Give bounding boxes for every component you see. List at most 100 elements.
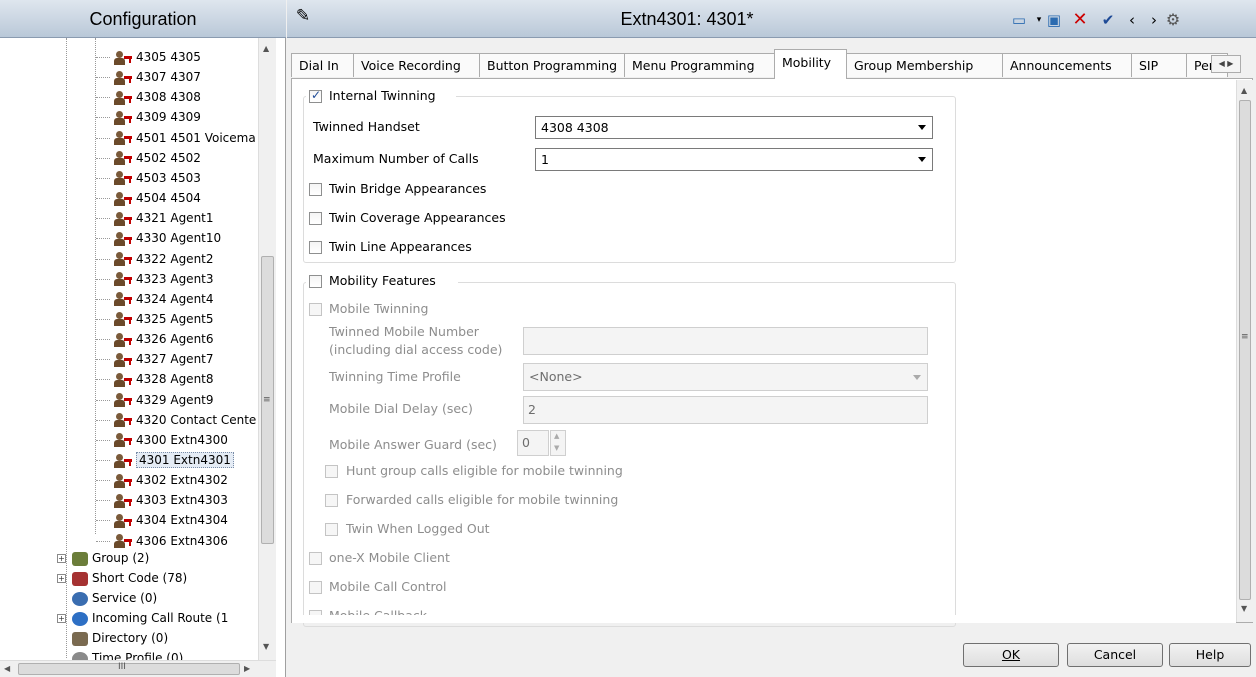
expand-icon[interactable]: + [57, 614, 66, 623]
tab-voice-recording[interactable]: Voice Recording [353, 53, 480, 77]
expand-icon[interactable]: + [57, 554, 66, 563]
cancel-button[interactable]: Cancel [1067, 643, 1163, 667]
tree-item-service[interactable]: +Service (0) [57, 588, 157, 608]
extension-user-icon [110, 533, 132, 549]
answer-guard-spinner[interactable]: ▲ ▼ [550, 430, 566, 456]
tree-item-extension[interactable]: 4321 Agent1 [110, 208, 214, 228]
export-icon[interactable]: ▣ [1044, 10, 1064, 30]
tree-item-extension[interactable]: 4325 Agent5 [110, 309, 214, 329]
twinned-handset-select[interactable]: 4308 4308 [535, 116, 933, 139]
spin-up-icon[interactable]: ▲ [554, 432, 559, 440]
internal-twinning-checkbox[interactable] [309, 88, 322, 103]
tree-item-extension[interactable]: 4322 Agent2 [110, 249, 214, 269]
tree-item-incoming-call-route[interactable]: + Incoming Call Route (1 [57, 608, 228, 628]
tab-sip[interactable]: SIP [1131, 53, 1187, 77]
tab-button-programming[interactable]: Button Programming [479, 53, 625, 77]
tree-item-extension[interactable]: 4302 Extn4302 [110, 470, 228, 490]
twin-bridge-checkbox[interactable] [309, 183, 322, 196]
tree-item-short-code[interactable]: + Short Code (78) [57, 568, 187, 588]
content-vertical-scrollbar[interactable]: ▲ ≡ ▼ [1236, 80, 1253, 622]
tree-item-extension[interactable]: 4303 Extn4303 [110, 490, 228, 510]
scroll-right-icon[interactable]: ▶ [244, 664, 250, 673]
forwarded-calls-checkbox[interactable] [325, 494, 338, 507]
tab-dial-in[interactable]: Dial In [291, 53, 354, 77]
expand-icon[interactable]: + [57, 574, 66, 583]
tab-scroll-arrows-icon[interactable]: ◀ ▶ [1211, 55, 1241, 73]
tree-item-extension[interactable]: 4503 4503 [110, 168, 201, 188]
tree-item-directory[interactable]: +Directory (0) [57, 628, 168, 648]
validate-icon[interactable]: ✔ [1098, 10, 1118, 30]
next-record-icon[interactable]: › [1144, 10, 1164, 30]
scroll-thumb[interactable] [1239, 100, 1251, 600]
tree-item-extension[interactable]: 4309 4309 [110, 107, 201, 127]
tree-item-extension[interactable]: 4320 Contact Cente [110, 410, 256, 430]
tree-item-extension[interactable]: 4328 Agent8 [110, 369, 214, 389]
tree-item-extension[interactable]: 4301 Extn4301 [110, 450, 234, 470]
spin-down-icon[interactable]: ▼ [554, 444, 559, 452]
twin-coverage-checkbox[interactable] [309, 212, 322, 225]
short-code-icon [72, 571, 88, 586]
tree-item-extension[interactable]: 4323 Agent3 [110, 269, 214, 289]
max-calls-select[interactable]: 1 [535, 148, 933, 171]
hunt-group-checkbox[interactable] [325, 465, 338, 478]
tree-item-extension[interactable]: 4326 Agent6 [110, 329, 214, 349]
tree-item-time-profile[interactable]: +Time Profile (0) [57, 648, 183, 660]
tree-vertical-scrollbar[interactable]: ▲ ≡ ▼ [258, 38, 276, 660]
twin-logged-out-checkbox[interactable] [325, 523, 338, 536]
tree-item-extension[interactable]: 4305 4305 [110, 47, 201, 67]
tree-item-extension[interactable]: 4304 Extn4304 [110, 510, 228, 530]
tab-group-membership[interactable]: Group Membership [846, 53, 1003, 77]
tree-item-label: 4323 Agent3 [136, 271, 214, 286]
tree-item-extension[interactable]: 4300 Extn4300 [110, 430, 228, 450]
twinning-time-profile-value: <None> [529, 369, 583, 384]
tree-item-label: 4321 Agent1 [136, 211, 214, 226]
twinned-mobile-number-input[interactable] [523, 327, 928, 355]
mobile-dial-delay-input[interactable]: 2 [523, 396, 928, 424]
scroll-up-icon[interactable]: ▲ [263, 44, 269, 53]
extension-user-icon [110, 473, 132, 489]
mobile-answer-guard-input[interactable]: 0 [517, 430, 549, 456]
scroll-left-icon[interactable]: ◀ [4, 664, 10, 673]
onex-mobile-checkbox[interactable] [309, 552, 322, 565]
mobile-twinning-checkbox[interactable] [309, 303, 322, 316]
twinning-time-profile-select[interactable]: <None> [523, 363, 928, 391]
previous-record-icon[interactable]: ‹ [1122, 10, 1142, 30]
tree-item-label: 4501 4501 Voicema [136, 130, 256, 145]
mobile-call-control-checkbox[interactable] [309, 581, 322, 594]
tree-item-extension[interactable]: 4504 4504 [110, 188, 201, 208]
tab-mobility[interactable]: Mobility [774, 49, 847, 79]
tree-item-label: 4503 4503 [136, 170, 201, 185]
tree-item-group[interactable]: + Group (2) [57, 548, 149, 568]
tree-item-label: 4322 Agent2 [136, 251, 214, 266]
scroll-up-icon[interactable]: ▲ [1241, 86, 1247, 95]
extension-user-icon [110, 211, 132, 227]
help-button[interactable]: Help [1169, 643, 1251, 667]
tool-icon[interactable]: ⚙ [1164, 10, 1182, 30]
twin-coverage-label: Twin Coverage Appearances [329, 210, 506, 225]
tree-item-label: 4306 Extn4306 [136, 533, 228, 548]
tree-item-extension[interactable]: 4330 Agent10 [110, 228, 221, 248]
tree-item-extension[interactable]: 4327 Agent7 [110, 349, 214, 369]
delete-icon[interactable]: ✕ [1070, 10, 1090, 30]
h-scroll-thumb[interactable] [18, 663, 240, 675]
tab-announcements[interactable]: Announcements [1002, 53, 1132, 77]
scroll-down-icon[interactable]: ▼ [1241, 604, 1247, 613]
tree-item-extension[interactable]: 4324 Agent4 [110, 289, 214, 309]
tree-item-extension[interactable]: 4501 4501 Voicema [110, 128, 256, 148]
mobility-features-checkbox[interactable] [309, 275, 322, 288]
tab-menu-programming[interactable]: Menu Programming [624, 53, 775, 77]
extension-user-icon [110, 170, 132, 186]
twin-line-label: Twin Line Appearances [329, 239, 472, 254]
tree-horizontal-scrollbar[interactable]: ◀ III ▶ [0, 660, 276, 677]
tree-item-extension[interactable]: 4307 4307 [110, 67, 201, 87]
group-icon [72, 551, 88, 566]
twin-line-checkbox[interactable] [309, 241, 322, 254]
ok-button[interactable]: OK [963, 643, 1059, 667]
tree-item-extension[interactable]: 4308 4308 [110, 87, 201, 107]
max-calls-value: 1 [541, 152, 549, 167]
scroll-down-icon[interactable]: ▼ [263, 642, 269, 651]
extension-user-icon [110, 332, 132, 348]
tree-item-extension[interactable]: 4329 Agent9 [110, 390, 214, 410]
tree-item-extension[interactable]: 4502 4502 [110, 148, 201, 168]
new-record-icon[interactable]: ▭ [1009, 10, 1029, 30]
